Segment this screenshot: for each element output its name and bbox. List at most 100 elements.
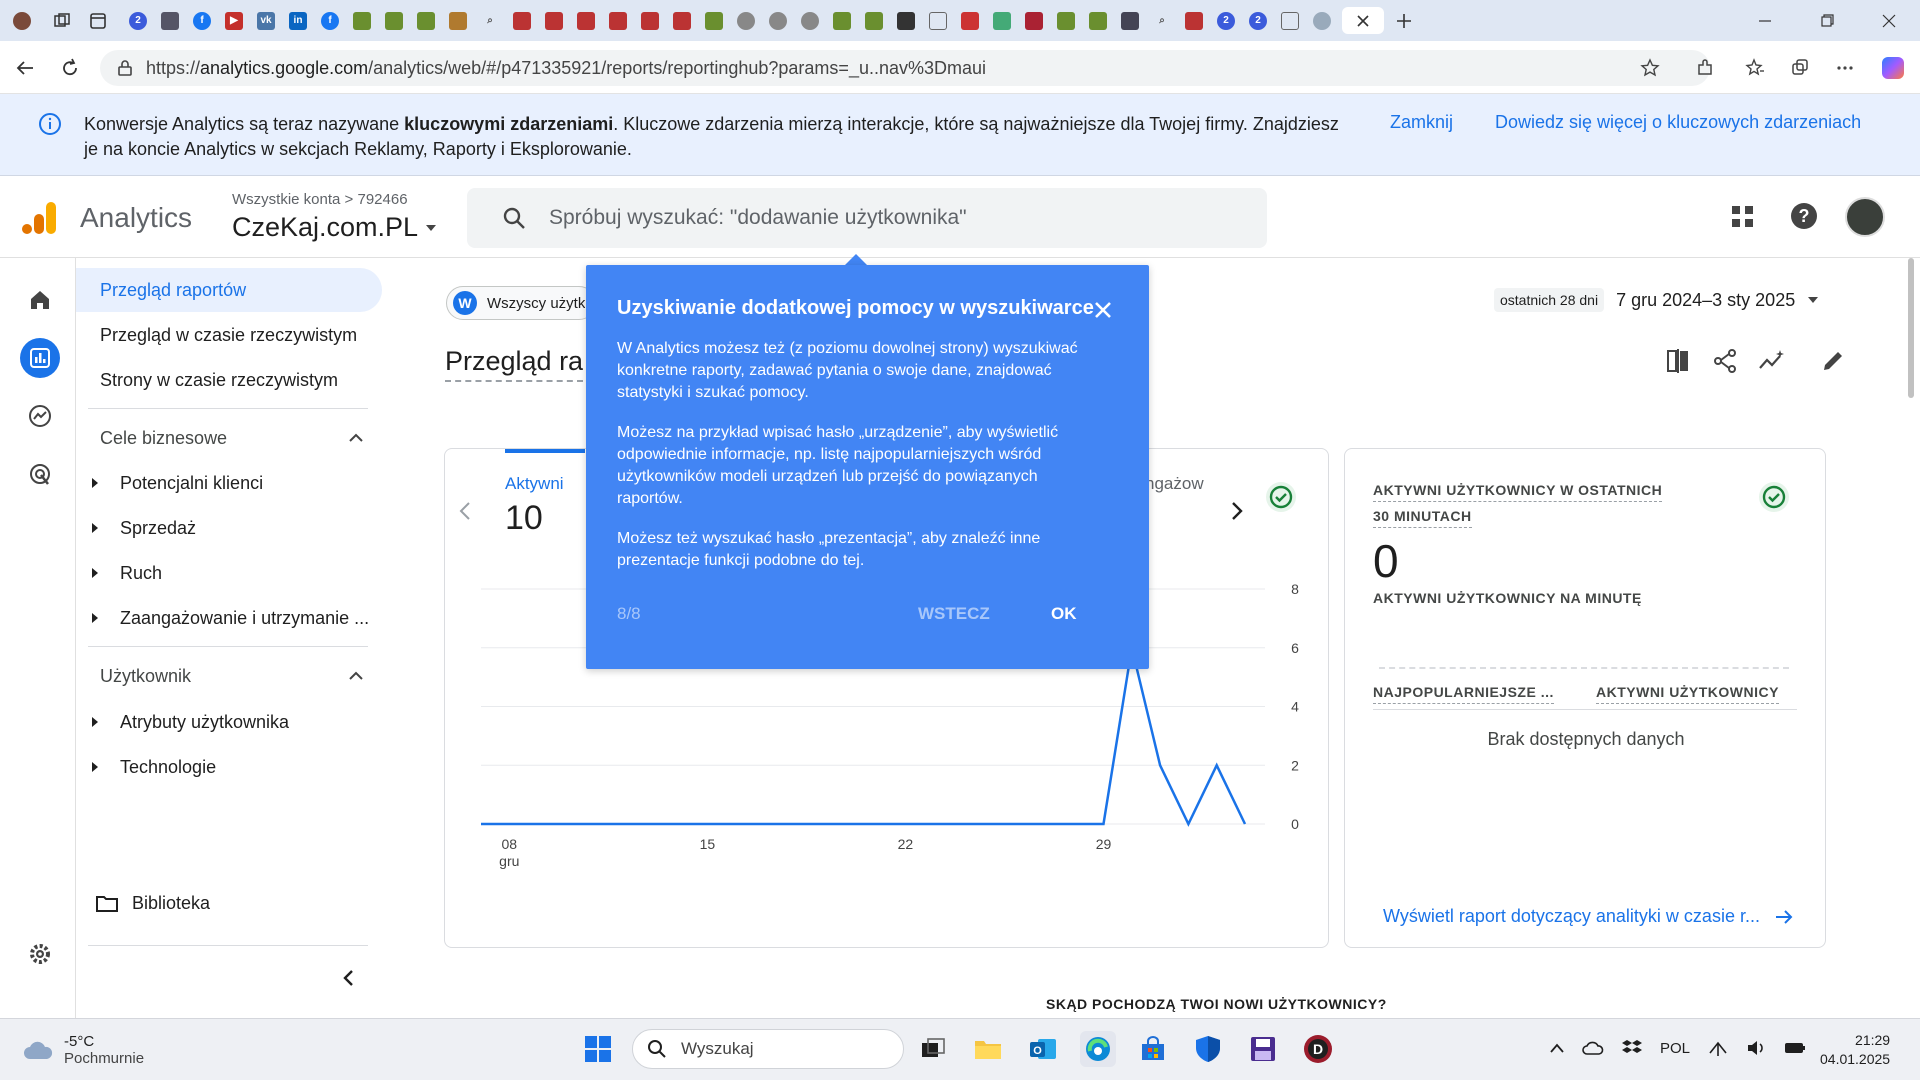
tab-favicon[interactable]: [732, 7, 760, 34]
nav-item-reports-overview[interactable]: Przegląd raportów: [100, 280, 246, 301]
save-app-icon[interactable]: [1245, 1031, 1281, 1067]
extensions-icon[interactable]: [1690, 53, 1720, 83]
maximize-icon[interactable]: [1796, 0, 1858, 41]
windows-start-icon[interactable]: [580, 1031, 616, 1067]
nav-item-realtime-pages[interactable]: Strony w czasie rzeczywistym: [100, 370, 338, 391]
tab-actions-icon[interactable]: [84, 7, 112, 34]
tab-favicon[interactable]: [1084, 7, 1112, 34]
tab-favicon[interactable]: [1180, 7, 1208, 34]
nav-item-engagement[interactable]: Zaangażowanie i utrzymanie ...: [120, 608, 369, 629]
tab-favicon[interactable]: [988, 7, 1016, 34]
tab-favicon[interactable]: [540, 7, 568, 34]
workspaces-icon[interactable]: [48, 7, 76, 34]
date-range-picker[interactable]: ostatnich 28 dni 7 gru 2024–3 sty 2025: [1494, 288, 1819, 312]
insights-icon[interactable]: [1758, 348, 1786, 374]
realtime-report-link[interactable]: Wyświetl raport dotyczący analityki w cz…: [1383, 906, 1793, 927]
language-indicator[interactable]: POL: [1660, 1040, 1690, 1057]
davinci-icon[interactable]: D: [1300, 1031, 1336, 1067]
tab-favicon[interactable]: 2: [1212, 7, 1240, 34]
close-window-icon[interactable]: [1858, 0, 1920, 41]
table-col-users[interactable]: AKTYWNI UŻYTKOWNICY: [1596, 681, 1779, 704]
dropbox-icon[interactable]: [1622, 1039, 1642, 1057]
chevron-right-icon[interactable]: [1229, 501, 1245, 521]
address-bar[interactable]: https://analytics.google.com/analytics/w…: [100, 50, 1710, 86]
tab-favicon[interactable]: [604, 7, 632, 34]
settings-gear-icon[interactable]: [20, 934, 60, 974]
tab-favicon[interactable]: [572, 7, 600, 34]
tab-favicon[interactable]: [1276, 7, 1304, 34]
weather-widget[interactable]: -5°C Pochmurnie: [22, 1033, 144, 1067]
tab-favicon[interactable]: [412, 7, 440, 34]
banner-learn-more-link[interactable]: Dowiedz się więcej o kluczowych zdarzeni…: [1495, 112, 1861, 133]
breadcrumb[interactable]: Wszystkie konta > 792466: [232, 191, 408, 208]
profile-icon[interactable]: [8, 7, 36, 34]
avatar[interactable]: [1845, 197, 1885, 237]
task-view-icon[interactable]: [915, 1031, 951, 1067]
popup-close-icon[interactable]: [1088, 295, 1118, 325]
tab-favicon[interactable]: 2: [1244, 7, 1272, 34]
tab-favicon[interactable]: [1308, 7, 1336, 34]
tab-favicon[interactable]: [828, 7, 856, 34]
comparison-chip[interactable]: W Wszyscy użytk: [446, 286, 596, 320]
url-text[interactable]: https://analytics.google.com/analytics/w…: [146, 58, 986, 79]
tab-favicon[interactable]: [156, 7, 184, 34]
taskbar-search[interactable]: Wyszukaj: [632, 1029, 904, 1069]
favorites-icon[interactable]: [1740, 53, 1770, 83]
chevron-up-icon[interactable]: [348, 430, 364, 446]
tab-favicon[interactable]: [444, 7, 472, 34]
tab-favicon[interactable]: 2: [124, 7, 152, 34]
tab-favicon-search[interactable]: ⌕: [476, 7, 504, 34]
analytics-logo-icon[interactable]: [22, 200, 58, 236]
metric2-label[interactable]: ngażow: [1145, 474, 1204, 494]
banner-close-button[interactable]: Zamknij: [1390, 112, 1453, 133]
tab-favicon[interactable]: [668, 7, 696, 34]
tab-favicon[interactable]: [1052, 7, 1080, 34]
expand-arrow-icon[interactable]: [92, 613, 98, 623]
tab-favicon-facebook[interactable]: f: [316, 7, 344, 34]
defender-icon[interactable]: [1190, 1031, 1226, 1067]
tab-favicon[interactable]: [892, 7, 920, 34]
tab-favicon[interactable]: [380, 7, 408, 34]
nav-item-user-attributes[interactable]: Atrybuty użytkownika: [120, 712, 289, 733]
reload-icon[interactable]: [55, 53, 85, 83]
property-selector[interactable]: CzeKaj.com.PL: [232, 212, 438, 243]
active-tab-close-icon[interactable]: [1342, 7, 1384, 34]
tab-favicon-linkedin[interactable]: in: [284, 7, 312, 34]
home-icon[interactable]: [20, 280, 60, 320]
tab-favicon[interactable]: [348, 7, 376, 34]
tab-favicon[interactable]: [860, 7, 888, 34]
help-icon[interactable]: ?: [1790, 202, 1818, 230]
outlook-icon[interactable]: O: [1025, 1031, 1061, 1067]
tab-favicon[interactable]: [1116, 7, 1144, 34]
favorite-star-icon[interactable]: [1635, 53, 1665, 83]
nav-item-tech[interactable]: Technologie: [120, 757, 216, 778]
table-col-top[interactable]: NAJPOPULARNIEJSZE ...: [1373, 681, 1554, 704]
tab-favicon-search[interactable]: ⌕: [1148, 7, 1176, 34]
explore-icon[interactable]: [20, 396, 60, 436]
tab-favicon[interactable]: [700, 7, 728, 34]
tab-favicon-youtube[interactable]: ▶: [220, 7, 248, 34]
metric-label[interactable]: Aktywni: [505, 474, 564, 494]
page-scrollbar[interactable]: [1908, 258, 1914, 398]
volume-icon[interactable]: [1746, 1039, 1766, 1057]
tab-favicon-facebook[interactable]: f: [188, 7, 216, 34]
nav-item-sales[interactable]: Sprzedaż: [120, 518, 196, 539]
expand-arrow-icon[interactable]: [92, 717, 98, 727]
site-info-icon[interactable]: [116, 59, 134, 77]
new-tab-icon[interactable]: [1390, 7, 1418, 34]
popup-ok-button[interactable]: OK: [1051, 604, 1077, 624]
chevron-up-icon[interactable]: [1550, 1043, 1564, 1053]
expand-arrow-icon[interactable]: [92, 762, 98, 772]
tab-favicon[interactable]: [796, 7, 824, 34]
expand-arrow-icon[interactable]: [92, 523, 98, 533]
share-icon[interactable]: [1712, 348, 1738, 374]
edge-icon[interactable]: [1080, 1031, 1116, 1067]
compare-icon[interactable]: [1666, 348, 1692, 374]
chevron-left-icon[interactable]: [457, 501, 473, 521]
store-icon[interactable]: [1135, 1031, 1171, 1067]
nav-item-realtime-overview[interactable]: Przegląd w czasie rzeczywistym: [100, 325, 357, 346]
edit-pencil-icon[interactable]: [1820, 348, 1846, 374]
battery-icon[interactable]: [1784, 1041, 1806, 1055]
tab-favicon[interactable]: [924, 7, 952, 34]
tab-favicon-vk[interactable]: vk: [252, 7, 280, 34]
